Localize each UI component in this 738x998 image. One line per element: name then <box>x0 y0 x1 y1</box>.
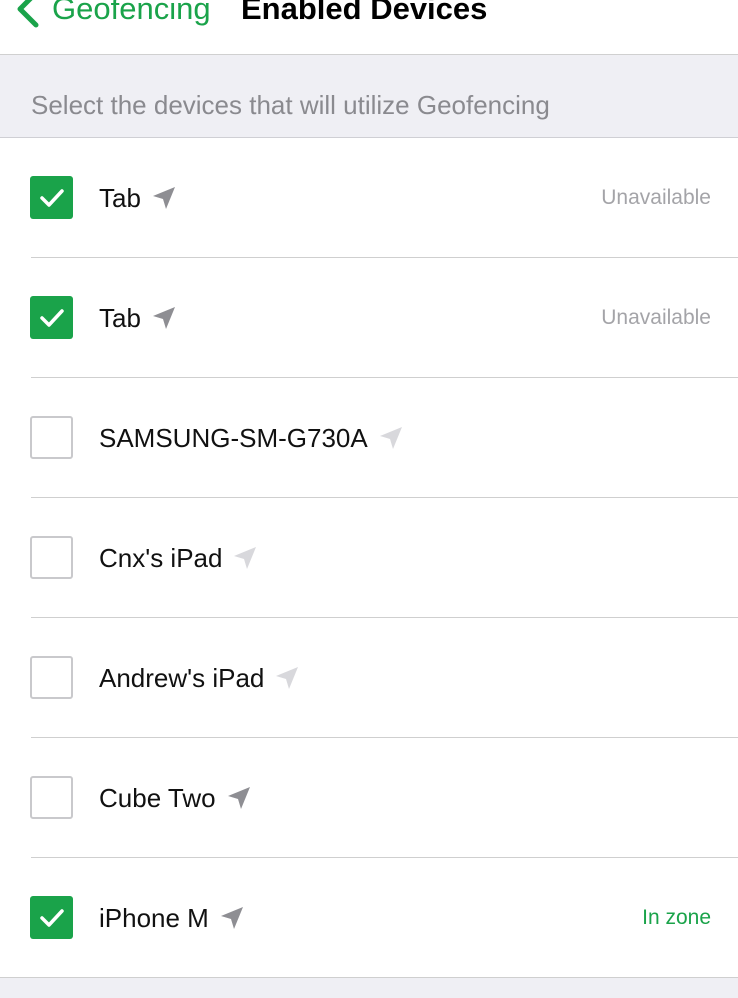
device-row[interactable]: SAMSUNG-SM-G730A <box>0 378 738 498</box>
checkmark-icon <box>40 909 64 927</box>
page: Geofencing Enabled Devices Select the de… <box>0 0 738 998</box>
device-name: Cube Two <box>99 782 216 813</box>
device-name-wrap: Andrew's iPad <box>99 618 300 738</box>
location-arrow-icon <box>152 187 175 209</box>
device-name: Andrew's iPad <box>99 662 265 693</box>
checkbox-checked[interactable] <box>30 296 73 339</box>
device-name: SAMSUNG-SM-G730A <box>99 422 368 453</box>
device-row[interactable]: Cube Two <box>0 738 738 858</box>
device-name: Tab <box>99 302 141 333</box>
device-row[interactable]: Tab Unavailable <box>0 258 738 378</box>
device-row[interactable]: iPhone M In zone <box>0 858 738 978</box>
checkbox-checked[interactable] <box>30 176 73 219</box>
device-status: In zone <box>642 906 711 929</box>
device-name-wrap: Tab <box>99 138 177 258</box>
device-name-wrap: iPhone M <box>99 858 245 978</box>
device-name: Cnx's iPad <box>99 542 223 573</box>
device-list: Tab Unavailable Tab Unavailable SAMSUNG-SM-G… <box>0 138 738 978</box>
section-header-text: Select the devices that will utilize Geo… <box>31 90 550 120</box>
back-button-label: Geofencing <box>52 0 211 26</box>
location-arrow-icon <box>379 427 402 449</box>
checkbox-unchecked[interactable] <box>30 776 73 819</box>
checkbox-checked[interactable] <box>30 896 73 939</box>
device-name-wrap: Cnx's iPad <box>99 498 258 618</box>
location-arrow-icon <box>227 787 250 809</box>
chevron-left-icon <box>17 0 39 28</box>
device-name-wrap: SAMSUNG-SM-G730A <box>99 378 404 498</box>
device-status: Unavailable <box>601 306 711 329</box>
device-name-wrap: Tab <box>99 258 177 378</box>
section-header: Select the devices that will utilize Geo… <box>0 55 738 138</box>
location-arrow-icon <box>234 547 257 569</box>
back-button[interactable]: Geofencing <box>14 0 211 34</box>
navigation-bar: Geofencing Enabled Devices <box>0 0 738 55</box>
location-arrow-icon <box>152 307 175 329</box>
page-title: Enabled Devices <box>241 0 488 26</box>
checkbox-unchecked[interactable] <box>30 416 73 459</box>
checkmark-icon <box>40 309 64 327</box>
device-name: iPhone M <box>99 902 209 933</box>
checkbox-unchecked[interactable] <box>30 656 73 699</box>
location-arrow-icon <box>220 907 243 929</box>
device-row[interactable]: Tab Unavailable <box>0 138 738 258</box>
device-name: Tab <box>99 182 141 213</box>
checkbox-unchecked[interactable] <box>30 536 73 579</box>
list-footer <box>0 978 738 998</box>
device-row[interactable]: Andrew's iPad <box>0 618 738 738</box>
location-arrow-icon <box>276 667 299 689</box>
device-status: Unavailable <box>601 186 711 209</box>
device-row[interactable]: Cnx's iPad <box>0 498 738 618</box>
checkmark-icon <box>40 189 64 207</box>
device-name-wrap: Cube Two <box>99 738 252 858</box>
